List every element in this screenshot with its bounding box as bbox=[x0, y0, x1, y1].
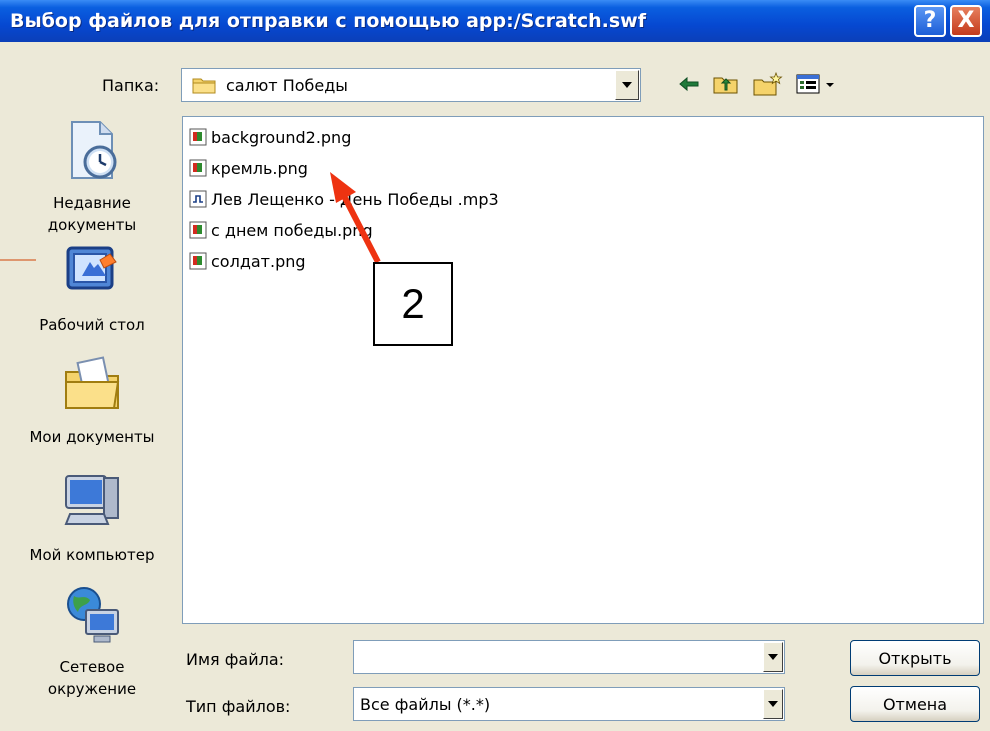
file-open-dialog: Выбор файлов для отправки с помощью app:… bbox=[0, 0, 990, 731]
chevron-down-icon bbox=[768, 701, 778, 707]
filename-dropdown-button[interactable] bbox=[763, 642, 783, 672]
chevron-down-icon bbox=[768, 654, 778, 660]
open-button[interactable]: Открыть bbox=[850, 640, 980, 676]
filetype-value: Все файлы (*.*) bbox=[360, 694, 491, 714]
annotation-arrow-head bbox=[330, 172, 356, 203]
filetype-combo[interactable]: Все файлы (*.*) bbox=[353, 687, 785, 721]
annotation-number: 2 bbox=[401, 280, 425, 327]
cancel-button[interactable]: Отмена bbox=[850, 686, 980, 722]
annotation-arrow-shaft bbox=[341, 194, 381, 264]
annotation-overlay bbox=[0, 172, 381, 264]
filename-label: Имя файла: bbox=[186, 650, 285, 669]
filetype-label: Тип файлов: bbox=[186, 697, 291, 716]
filename-input[interactable] bbox=[360, 646, 760, 668]
annotation-number-box: 2 bbox=[373, 262, 453, 346]
filename-combo[interactable] bbox=[353, 640, 785, 674]
filetype-dropdown-button[interactable] bbox=[763, 689, 783, 719]
